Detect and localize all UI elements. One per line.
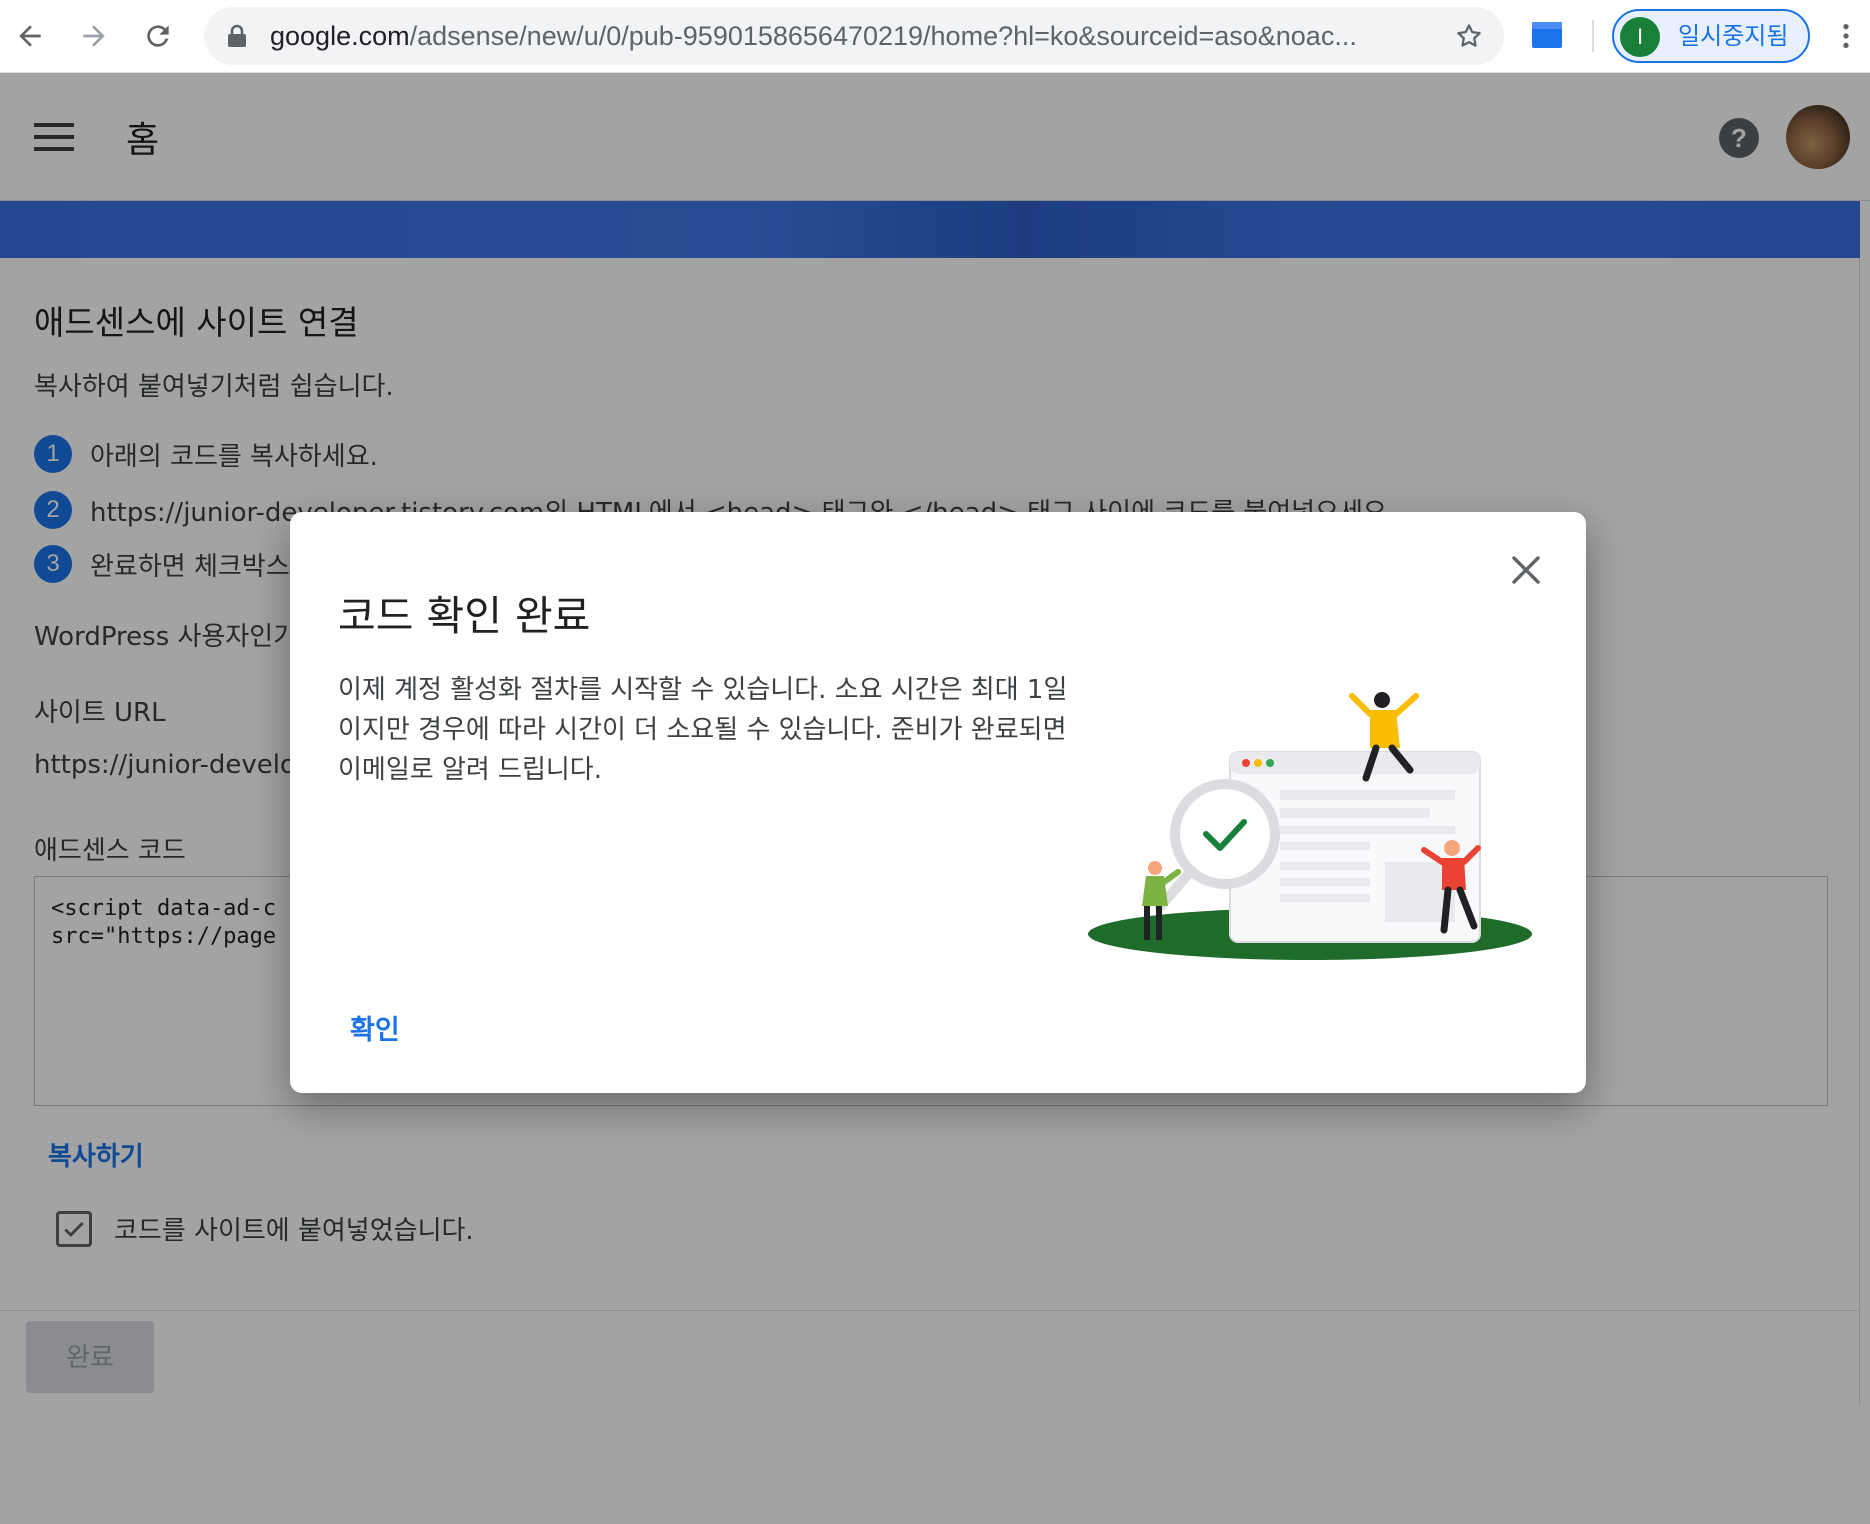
profile-button[interactable]: I 일시중지됨	[1612, 9, 1810, 63]
close-icon[interactable]	[1506, 550, 1546, 590]
browser-toolbar: google.com/adsense/new/u/0/pub-959015865…	[0, 0, 1870, 73]
lock-icon	[228, 24, 246, 47]
dialog-body: 이제 계정 활성화 절차를 시작할 수 있습니다. 소요 시간은 최대 1일이지…	[338, 675, 1068, 785]
dialog-ok-button[interactable]: 확인	[350, 1008, 400, 1047]
more-vert-icon[interactable]	[1830, 18, 1862, 54]
extension-icon[interactable]	[1530, 18, 1564, 52]
dialog-title: 코드 확인 완료	[338, 592, 591, 640]
address-bar[interactable]: google.com/adsense/new/u/0/pub-959015865…	[204, 7, 1504, 65]
verification-dialog: 코드 확인 완료 이제 계정 활성화 절차를 시작할 수 있습니다. 소요 시간…	[290, 512, 1586, 1093]
back-button[interactable]	[8, 14, 52, 58]
reload-icon	[147, 25, 169, 47]
verification-illustration	[1088, 692, 1532, 960]
magnifier-shape	[1170, 779, 1280, 889]
reload-button[interactable]	[136, 14, 180, 58]
profile-avatar: I	[1620, 17, 1660, 57]
arrow-left-icon	[19, 25, 41, 47]
profile-status-label: 일시중지됨	[1678, 22, 1789, 50]
toolbar-separator	[1592, 20, 1594, 52]
url-text: google.com/adsense/new/u/0/pub-959015865…	[270, 21, 1357, 51]
arrow-right-icon	[83, 25, 105, 47]
forward-button[interactable]	[72, 14, 116, 58]
star-icon[interactable]	[1454, 21, 1484, 51]
